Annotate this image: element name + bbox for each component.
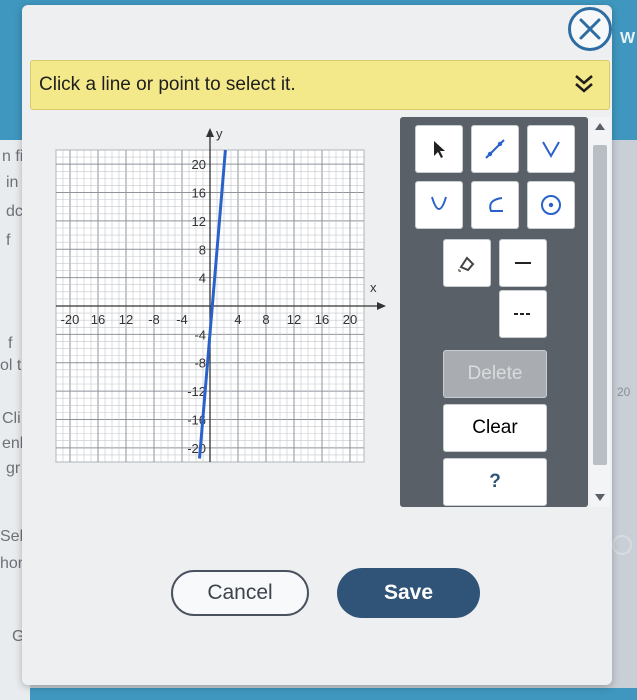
- x-tick-label: 20: [343, 312, 357, 327]
- background-text: f: [6, 232, 11, 249]
- collapse-banner-button[interactable]: [571, 71, 597, 102]
- x-tick-label: 12: [119, 312, 133, 327]
- y-tick-label: -8: [194, 356, 206, 371]
- x-tick-label: -8: [148, 312, 160, 327]
- background-circle-icon: [612, 535, 632, 555]
- background-text: W: [620, 30, 636, 47]
- parabola-up-tool-icon: [431, 196, 447, 210]
- background-text: enl: [2, 435, 24, 452]
- close-icon: [579, 18, 601, 40]
- x-tick-label: 8: [262, 312, 269, 327]
- help-button[interactable]: ?: [443, 458, 547, 506]
- background-text: dc: [6, 203, 23, 220]
- line-tool-icon: [485, 139, 505, 159]
- x-tick-label: 4: [234, 312, 241, 327]
- y-tick-label: 20: [192, 157, 206, 172]
- background-text: Cli: [2, 410, 21, 427]
- close-button[interactable]: [568, 7, 612, 51]
- background-text: 20: [617, 385, 631, 399]
- y-tick-label: -4: [194, 327, 206, 342]
- absolute-value-tool-icon: [542, 141, 560, 159]
- circle-tool-icon: [541, 195, 561, 215]
- save-button[interactable]: Save: [337, 568, 480, 618]
- y-tick-label: 8: [199, 242, 206, 257]
- fill-region-icon: [458, 256, 475, 272]
- x-tick-label: 16: [91, 312, 105, 327]
- scroll-thumb[interactable]: [593, 145, 607, 465]
- x-tick-label: -4: [176, 312, 188, 327]
- dashed-line-button[interactable]: [499, 290, 547, 338]
- y-tick-label: -20: [187, 441, 206, 456]
- background-text: n fi: [2, 148, 24, 165]
- scroll-up-icon[interactable]: [595, 123, 605, 130]
- solid-line-button[interactable]: [499, 239, 547, 287]
- background-text: gr: [6, 460, 21, 477]
- background-text: f: [8, 335, 13, 352]
- solid-line-icon: [515, 262, 531, 264]
- cancel-button[interactable]: Cancel: [171, 570, 309, 616]
- toolbar-scrollbar[interactable]: [590, 117, 610, 507]
- background-text: ol t: [0, 357, 22, 374]
- y-axis-label: y: [216, 126, 223, 141]
- curve-tool-icon: [489, 197, 503, 212]
- double-chevron-down-icon: [575, 75, 593, 93]
- instruction-banner: Click a line or point to select it.: [30, 60, 610, 110]
- curve-tool-button[interactable]: [471, 181, 519, 229]
- instruction-text: Click a line or point to select it.: [39, 74, 296, 95]
- clear-button[interactable]: Clear: [443, 404, 547, 452]
- y-tick-label: 12: [192, 214, 206, 229]
- delete-button[interactable]: Delete: [443, 350, 547, 398]
- x-axis-label: x: [370, 280, 377, 295]
- parabola-tool-button[interactable]: [415, 181, 463, 229]
- x-tick-label: -20: [61, 312, 80, 327]
- x-tick-label: 16: [315, 312, 329, 327]
- fill-tool-button[interactable]: [443, 239, 491, 287]
- select-pointer-icon: [434, 141, 445, 158]
- dashed-line-icon: [514, 313, 532, 315]
- x-tick-label: 12: [287, 312, 301, 327]
- select-tool-button[interactable]: [415, 125, 463, 173]
- line-tool-button[interactable]: [471, 125, 519, 173]
- background-text: in: [6, 174, 19, 191]
- circle-tool-button[interactable]: [527, 181, 575, 229]
- y-tick-label: 4: [199, 271, 206, 286]
- absolute-value-tool-button[interactable]: [527, 125, 575, 173]
- y-tick-label: 16: [192, 186, 206, 201]
- scroll-down-icon[interactable]: [595, 494, 605, 501]
- page-footer-background: [0, 688, 637, 700]
